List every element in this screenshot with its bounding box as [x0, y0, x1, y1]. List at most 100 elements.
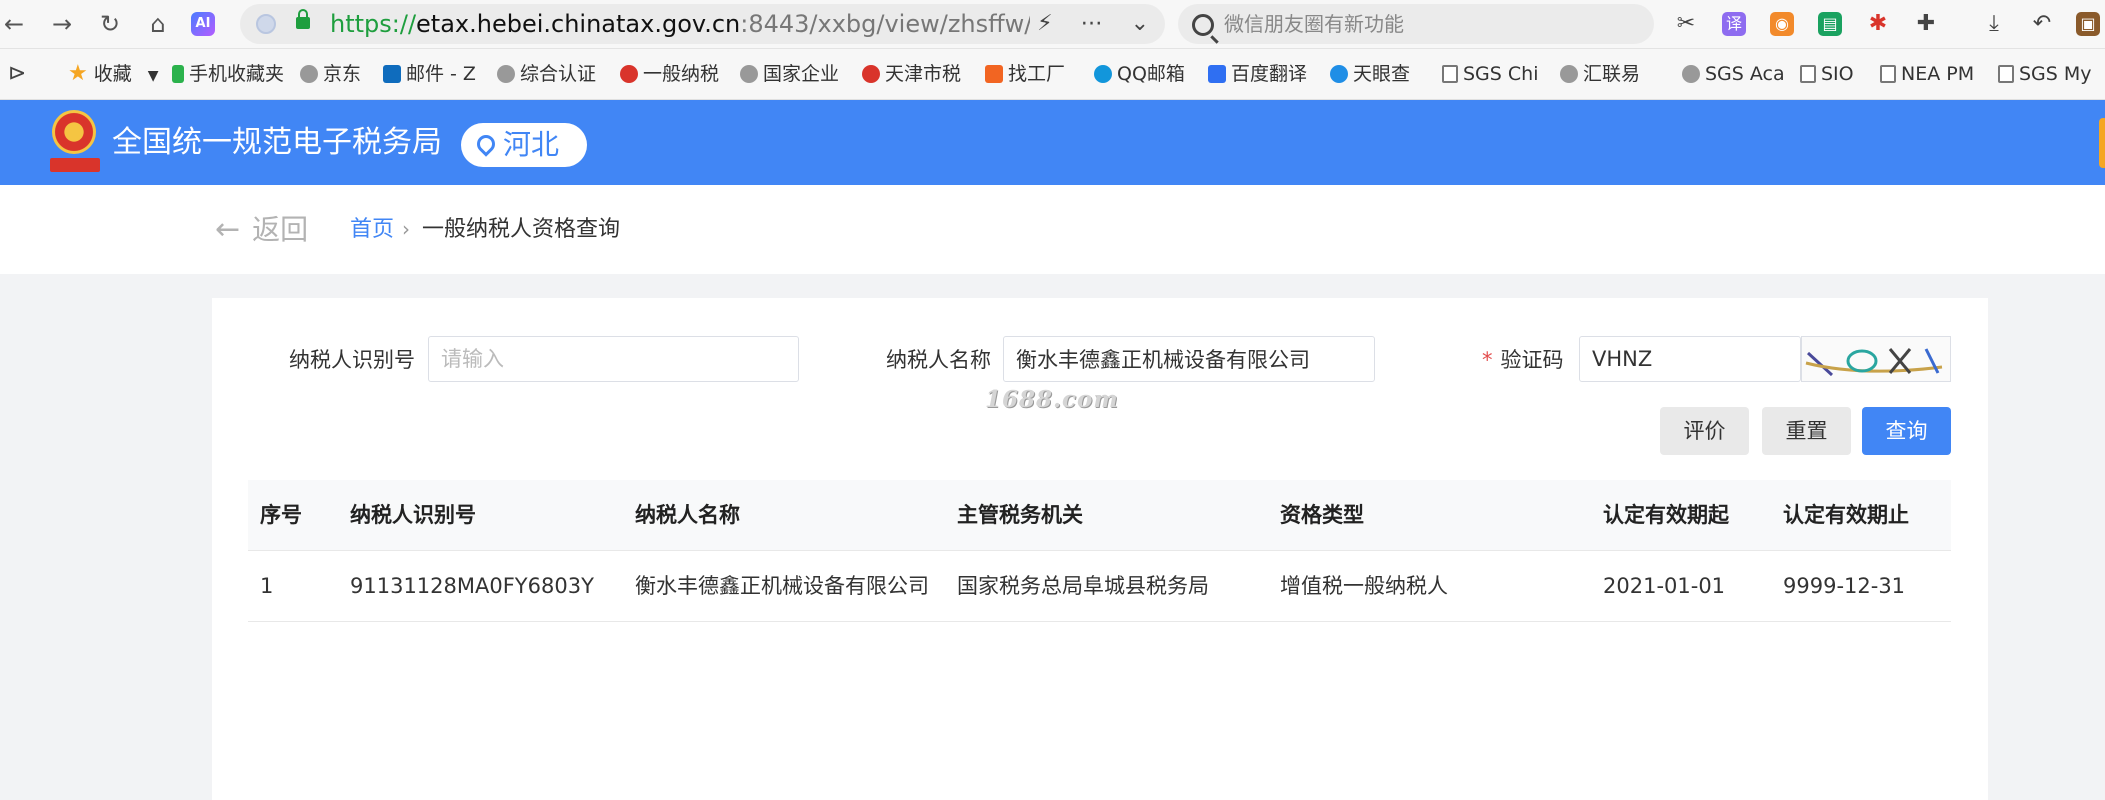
address-bar[interactable]: https://etax.hebei.chinatax.gov.cn:8443/…	[240, 4, 1165, 44]
globe-icon	[740, 65, 758, 83]
bookmark-item[interactable]: 手机收藏夹	[172, 49, 284, 99]
bookmark-label: 邮件 - Z	[406, 63, 476, 85]
bookmark-item[interactable]: NEA PM	[1880, 49, 1974, 99]
bookmark-item[interactable]: 京东	[300, 49, 361, 99]
reset-button[interactable]: 重置	[1762, 407, 1851, 455]
bookmark-label: QQ邮箱	[1117, 63, 1185, 85]
taxpayer-name-label: 纳税人名称	[886, 348, 991, 372]
column-header: 纳税人识别号	[350, 503, 476, 527]
bookmark-item[interactable]: SIO	[1800, 49, 1854, 99]
bookmark-label: 收藏	[93, 63, 132, 85]
chevron-down-icon[interactable]: ⌄	[1131, 11, 1149, 36]
browser-search-box[interactable]: 微信朋友圈有新功能	[1178, 4, 1654, 44]
translate-icon	[1208, 65, 1226, 83]
lock-icon	[296, 9, 310, 29]
bookmark-item[interactable]: 国家企业	[740, 49, 839, 99]
bookmark-label: 天眼查	[1353, 63, 1411, 85]
site-info-icon[interactable]	[256, 14, 276, 34]
region-name: 河北	[503, 128, 560, 161]
search-placeholder: 微信朋友圈有新功能	[1224, 12, 1404, 36]
bookmark-label: SIO	[1821, 63, 1854, 85]
captcha-label: * 验证码	[1482, 336, 1564, 384]
evaluate-button[interactable]: 评价	[1660, 407, 1749, 455]
cell-index: 1	[260, 574, 274, 598]
undo-icon[interactable]: ↶	[2030, 12, 2054, 36]
table-row: 1 91131128MA0FY6803Y 衡水丰德鑫正机械设备有限公司 国家税务…	[248, 551, 1951, 622]
bookmark-item[interactable]: 百度翻译	[1208, 49, 1307, 99]
bookmark-item[interactable]: SGS Aca	[1682, 49, 1785, 99]
book-icon[interactable]: ▤	[1818, 12, 1842, 36]
bookmark-label: 找工厂	[1008, 63, 1066, 85]
table-header: 序号 纳税人识别号 纳税人名称 主管税务机关 资格类型 认定有效期起 认定有效期…	[248, 480, 1951, 551]
breadcrumb-current: 一般纳税人资格查询	[422, 217, 621, 242]
download-icon[interactable]: ⤓	[1982, 12, 2006, 36]
bookmark-label: SGS My	[2019, 63, 2092, 85]
column-header: 资格类型	[1280, 503, 1364, 527]
url-scheme: https://	[330, 10, 417, 38]
sidebar-toggle-icon[interactable]: ⊳	[8, 49, 26, 99]
captcha-image[interactable]	[1801, 336, 1951, 382]
url-host: etax.hebei.chinatax.gov.cn	[416, 10, 741, 38]
bookmark-item[interactable]: 综合认证	[497, 49, 596, 99]
bookmark-item[interactable]: SGS My	[1998, 49, 2092, 99]
bookmark-item[interactable]: 汇联易	[1560, 49, 1640, 99]
back-label: 返回	[252, 213, 309, 246]
search-icon	[1192, 14, 1214, 36]
cell-valid-to: 9999-12-31	[1783, 574, 1906, 598]
bookmark-label: 汇联易	[1583, 63, 1641, 85]
puzzle-icon[interactable]: ✚	[1914, 12, 1938, 36]
side-tab[interactable]	[2099, 118, 2105, 168]
column-header: 纳税人名称	[635, 503, 740, 527]
result-table: 序号 纳税人识别号 纳税人名称 主管税务机关 资格类型 认定有效期起 认定有效期…	[248, 480, 1951, 622]
more-dots-icon[interactable]: ⋯	[1081, 11, 1103, 36]
url-path: :8443/xxbg/view/zhsffw/#/query/y	[740, 10, 1030, 38]
bookmark-item[interactable]: 天津市税	[862, 49, 961, 99]
back-button[interactable]: ← 返回	[215, 185, 308, 274]
cell-valid-from: 2021-01-01	[1603, 574, 1726, 598]
bookmark-item[interactable]: 一般纳税	[620, 49, 719, 99]
forward-arrow-icon[interactable]: →	[48, 10, 76, 38]
qq-mail-icon	[1094, 65, 1112, 83]
bookmark-item[interactable]: SGS Chi	[1442, 49, 1538, 99]
globe-icon	[497, 65, 515, 83]
taxpayer-id-label: 纳税人识别号	[289, 348, 415, 372]
taxpayer-name-input[interactable]	[1003, 336, 1375, 382]
outlook-icon	[383, 65, 401, 83]
taxpayer-id-input[interactable]	[428, 336, 799, 382]
site-title[interactable]: 全国统一规范电子税务局	[112, 100, 442, 185]
region-selector[interactable]: 河北	[461, 123, 587, 167]
scissors-icon[interactable]: ✂	[1674, 12, 1698, 36]
network-icon[interactable]: ✱	[1866, 12, 1890, 36]
bookmark-item[interactable]: 天眼查	[1330, 49, 1410, 99]
bookmark-label: 手机收藏夹	[189, 63, 285, 85]
globe-icon	[300, 65, 318, 83]
gamepad-icon[interactable]: ◉	[1770, 12, 1794, 36]
translate-extension-icon[interactable]: 译	[1722, 12, 1746, 36]
page-icon	[1998, 65, 2014, 83]
home-icon[interactable]: ⌂	[144, 10, 172, 38]
cell-taxpayer-name: 衡水丰德鑫正机械设备有限公司	[635, 574, 929, 598]
chevron-down-icon[interactable]: ▼	[148, 68, 159, 84]
url-text[interactable]: https://etax.hebei.chinatax.gov.cn:8443/…	[330, 4, 1030, 44]
cell-tax-authority: 国家税务总局阜城县税务局	[957, 574, 1209, 598]
lightning-icon[interactable]: ⚡	[1037, 11, 1052, 36]
bookmark-item[interactable]: QQ邮箱	[1094, 49, 1185, 99]
breadcrumb-home-link[interactable]: 首页	[350, 185, 394, 274]
star-icon: ★	[68, 61, 88, 86]
reload-icon[interactable]: ↻	[96, 10, 124, 38]
bookmark-item[interactable]: 邮件 - Z	[383, 49, 476, 99]
bookmark-label: SGS Aca	[1705, 63, 1785, 85]
bookmark-item[interactable]: ★ 收藏 ▼	[68, 49, 159, 99]
bookmark-item[interactable]: 找工厂	[985, 49, 1065, 99]
emblem-caption	[50, 158, 100, 172]
back-arrow-icon[interactable]: ←	[0, 10, 28, 38]
ai-assistant-icon[interactable]: AI	[191, 12, 215, 36]
briefcase-icon[interactable]: ▣	[2076, 12, 2100, 36]
column-header: 认定有效期起	[1603, 503, 1729, 527]
captcha-input[interactable]	[1579, 336, 1801, 382]
bookmarks-bar: ⊳ ★ 收藏 ▼ 手机收藏夹 京东 邮件 - Z 综合认证 一般纳税 国家企业 天津…	[0, 49, 2105, 100]
bookmark-label: 京东	[323, 63, 362, 85]
query-button[interactable]: 查询	[1862, 407, 1951, 455]
url-actions: ⚡ ⋯ ⌄	[1009, 4, 1149, 44]
globe-icon	[1682, 65, 1700, 83]
